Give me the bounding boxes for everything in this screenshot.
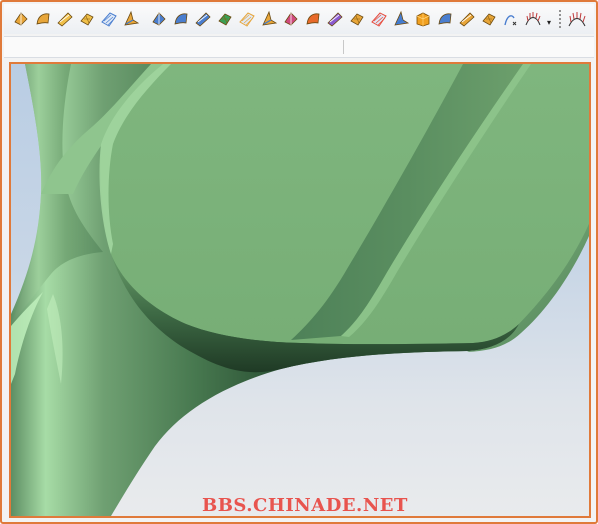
toolbar-overflow-chevron-icon[interactable]: ▾	[544, 8, 554, 30]
offset-surface-icon[interactable]	[170, 8, 191, 30]
sketch-curve-icon-graphic	[503, 15, 516, 26]
net-surface-icon[interactable]	[98, 8, 119, 30]
surface-patch-icon-graphic	[36, 13, 49, 25]
untrim-surface-icon[interactable]	[258, 8, 279, 30]
watermark-text: BBS.CHINADE.NET	[202, 495, 408, 516]
untrim-surface-icon-graphic	[261, 10, 277, 26]
convert-surface-icon-graphic	[349, 13, 364, 26]
rotate-view-icon[interactable]	[10, 8, 31, 30]
split-surface-icon[interactable]	[280, 8, 301, 30]
green-surface-model[interactable]	[11, 64, 589, 516]
sketch-curve-icon[interactable]	[500, 8, 521, 30]
fold-surface-icon-graphic	[306, 13, 319, 25]
trim-surface-icon[interactable]	[236, 8, 257, 30]
loft-surface-icon[interactable]	[76, 8, 97, 30]
curvature-comb-icon-graphic	[525, 12, 540, 26]
comb-analysis-icon-graphic	[568, 12, 585, 27]
3d-viewport[interactable]	[9, 62, 591, 518]
shell-icon-graphic	[458, 12, 475, 27]
thicken-surface-icon[interactable]	[434, 8, 455, 30]
project-surface-icon-graphic	[393, 10, 409, 26]
fold-surface-icon[interactable]	[302, 8, 323, 30]
info-bar-divider	[343, 40, 344, 54]
trim-surface-icon-graphic	[238, 12, 255, 27]
bend-surface-icon[interactable]	[478, 8, 499, 30]
sweep-surface-icon-graphic	[56, 12, 73, 27]
convert-surface-icon[interactable]	[346, 8, 367, 30]
curvature-comb-icon[interactable]	[522, 8, 543, 30]
extend-surface-icon[interactable]	[148, 8, 169, 30]
blend-surface-icon-graphic	[217, 13, 232, 26]
flatten-surface-icon-graphic	[326, 12, 343, 27]
split-surface-icon-graphic	[283, 12, 298, 26]
flatten-surface-icon[interactable]	[324, 8, 345, 30]
knit-surface-icon-graphic	[370, 12, 387, 27]
offset-surface-icon-graphic	[174, 13, 187, 25]
rotate-view-icon-graphic	[13, 12, 28, 26]
rule-surface-icon-graphic	[123, 10, 139, 26]
info-bar	[4, 36, 594, 58]
loft-surface-icon-graphic	[79, 13, 94, 26]
surface-patch-icon[interactable]	[32, 8, 53, 30]
toolbar-grip-handle[interactable]	[558, 9, 562, 29]
project-surface-icon[interactable]	[390, 8, 411, 30]
fill-surface-icon-graphic	[194, 12, 211, 27]
shell-icon[interactable]	[456, 8, 477, 30]
surface-toolbar: ▾	[4, 4, 594, 34]
comb-analysis-icon[interactable]	[566, 8, 587, 30]
rule-surface-icon[interactable]	[120, 8, 141, 30]
net-surface-icon-graphic	[100, 12, 117, 27]
knit-surface-icon[interactable]	[368, 8, 389, 30]
blend-surface-icon[interactable]	[214, 8, 235, 30]
bend-surface-icon-graphic	[481, 13, 496, 26]
thicken-surface-icon-graphic	[438, 13, 451, 25]
sweep-surface-icon[interactable]	[54, 8, 75, 30]
extend-surface-icon-graphic	[151, 12, 166, 26]
solid-box-icon-graphic	[416, 12, 429, 27]
fill-surface-icon[interactable]	[192, 8, 213, 30]
app-window: ▾ BBS.CHINADE.NET	[0, 0, 598, 524]
solid-box-icon[interactable]	[412, 8, 433, 30]
